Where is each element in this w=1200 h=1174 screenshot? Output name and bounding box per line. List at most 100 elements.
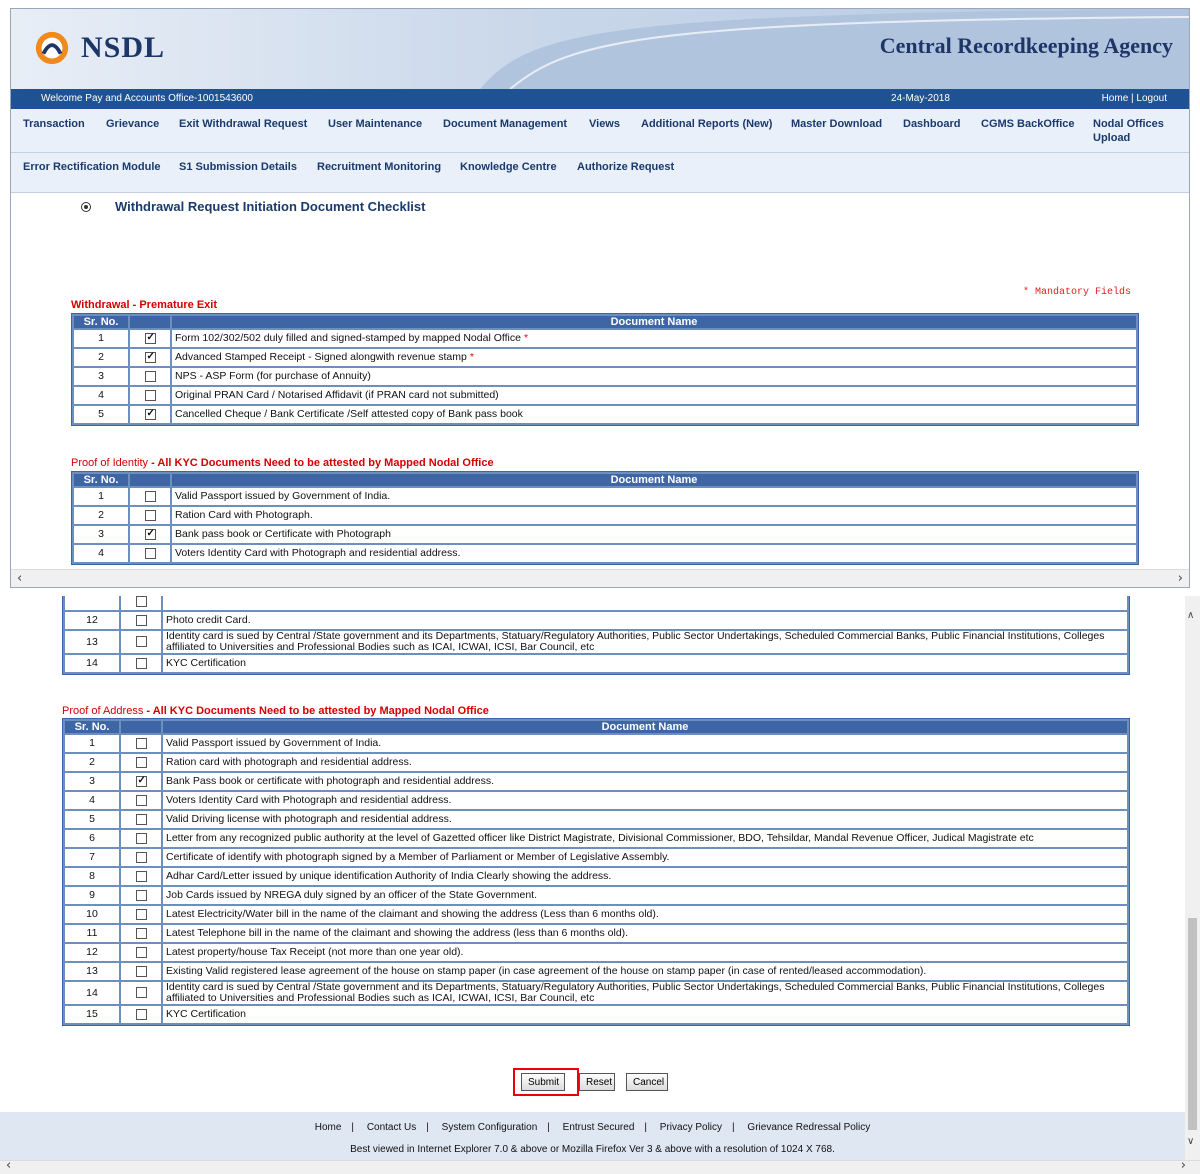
document-name-text: Existing Valid registered lease agreemen… [166,965,927,977]
checkbox-icon[interactable] [144,351,156,363]
menu-s1-submission[interactable]: S1 Submission Details [179,160,297,174]
checkbox-icon[interactable] [135,889,147,901]
checkbox-icon[interactable] [135,636,147,648]
menu-recruitment-monitoring[interactable]: Recruitment Monitoring [317,160,441,174]
scroll-left-icon[interactable]: ‹ [6,1158,11,1173]
checkbox-icon[interactable] [144,370,156,382]
checkbox-icon[interactable] [135,851,147,863]
document-name-text: Adhar Card/Letter issued by unique ident… [166,870,612,882]
document-name-text: Bank pass book or Certificate with Photo… [175,528,391,540]
menu-error-rectification[interactable]: Error Rectification Module [23,160,161,174]
vertical-scrollbar[interactable]: ∧ ∨ [1185,596,1200,1160]
document-name: Existing Valid registered lease agreemen… [163,963,1127,980]
scroll-down-icon[interactable]: ∨ [1187,1136,1194,1147]
table-row: 5 Cancelled Cheque / Bank Certificate /Se… [74,406,1136,423]
checkbox-icon[interactable] [135,737,147,749]
menu-nodal-offices-upload[interactable]: Nodal Offices Upload [1093,117,1164,145]
identity-heading-suffix: - All KYC Documents Need to be attested … [148,457,494,469]
header-banner: NSDL Central Recordkeeping Agency [11,9,1189,89]
checkbox-icon[interactable] [135,870,147,882]
checkbox-icon[interactable] [135,965,147,977]
checkbox-icon[interactable] [135,927,147,939]
checkbox-icon[interactable] [135,756,147,768]
checkbox-icon[interactable] [135,775,147,787]
footer-link-grievance-policy[interactable]: Grievance Redressal Policy [747,1122,870,1133]
row-number: 5 [74,406,128,423]
document-name-text: Latest Telephone bill in the name of the… [166,927,629,939]
scroll-left-icon[interactable]: ‹ [17,571,22,586]
checkbox-icon[interactable] [144,528,156,540]
checkbox-icon[interactable] [144,389,156,401]
menu-dashboard[interactable]: Dashboard [903,117,960,131]
main-menu: Transaction Grievance Exit Withdrawal Re… [11,109,1189,193]
footer-link-privacy[interactable]: Privacy Policy [660,1122,722,1133]
footer-link-system-configuration[interactable]: System Configuration [442,1122,538,1133]
checkbox-icon[interactable] [135,596,147,607]
scroll-right-icon[interactable]: › [1178,571,1183,586]
checkbox-icon[interactable] [135,946,147,958]
checkbox-icon[interactable] [135,987,147,999]
submit-button[interactable]: Submit [521,1073,565,1091]
checkbox-icon[interactable] [135,794,147,806]
table-row: 1 Valid Passport issued by Government of … [74,488,1136,505]
checkbox-icon[interactable] [135,908,147,920]
checkbox-icon[interactable] [135,813,147,825]
checkbox-icon[interactable] [144,408,156,420]
menu-knowledge-centre[interactable]: Knowledge Centre [460,160,557,174]
checkbox-icon[interactable] [144,509,156,521]
horizontal-scrollbar[interactable]: ‹ › [11,569,1189,587]
footer-link-entrust[interactable]: Entrust Secured [563,1122,635,1133]
table-row: 6 Letter from any recognized public autho… [65,830,1127,847]
checkbox-icon[interactable] [135,657,147,669]
welcome-bar: Welcome Pay and Accounts Office-10015436… [11,89,1189,109]
menu-cgms-backoffice[interactable]: CGMS BackOffice [981,117,1075,131]
row-number: 14 [65,655,119,672]
col-sr-no: Sr. No. [74,316,128,328]
cancel-button[interactable]: Cancel [626,1073,668,1091]
menu-views[interactable]: Views [589,117,620,131]
scroll-up-icon[interactable]: ∧ [1187,610,1194,621]
document-name: Letter from any recognized public author… [163,830,1127,847]
document-name-text: Identity card is sued by Central /State … [166,981,1105,1004]
horizontal-scrollbar-bottom[interactable]: ‹ › [0,1158,1200,1174]
document-name-text: Latest Electricity/Water bill in the nam… [166,908,659,920]
menu-grievance[interactable]: Grievance [106,117,159,131]
scroll-right-icon[interactable]: › [1181,1158,1186,1173]
checkbox-icon[interactable] [135,1008,147,1020]
row-checkbox-cell [130,368,170,385]
document-name-text: KYC Certification [166,1008,246,1020]
document-name: Cancelled Cheque / Bank Certificate /Sel… [172,406,1136,423]
footer-link-contact[interactable]: Contact Us [367,1122,416,1133]
checkbox-icon[interactable] [144,332,156,344]
scroll-thumb[interactable] [1188,918,1197,1130]
row-checkbox-cell [121,830,161,847]
menu-authorize-request[interactable]: Authorize Request [577,160,674,174]
menu-master-download[interactable]: Master Download [791,117,882,131]
row-checkbox-cell [121,773,161,790]
document-name-text: Latest property/house Tax Receipt (not m… [166,946,464,958]
menu-user-maintenance[interactable]: User Maintenance [328,117,422,131]
document-name: Bank Pass book or certificate with photo… [163,773,1127,790]
footer-link-home[interactable]: Home [315,1122,342,1133]
checkbox-icon[interactable] [135,832,147,844]
menu-transaction[interactable]: Transaction [23,117,85,131]
row-number: 5 [65,811,119,828]
home-logout-links[interactable]: Home | Logout [1102,93,1167,104]
menu-exit-withdrawal-request[interactable]: Exit Withdrawal Request [179,117,307,131]
checkbox-icon[interactable] [135,614,147,626]
checkbox-icon[interactable] [144,547,156,559]
document-name-text: Certificate of identify with photograph … [166,851,670,863]
footer-separator: | [547,1122,550,1133]
document-name: Latest Telephone bill in the name of the… [163,925,1127,942]
reset-button[interactable]: Reset [579,1073,615,1091]
checkbox-icon[interactable] [144,490,156,502]
identity-table: Sr. No. Document Name 1 Valid Passport iss… [71,471,1139,565]
nsdl-logo[interactable]: NSDL [33,29,165,67]
document-name: Advanced Stamped Receipt - Signed alongw… [172,349,1136,366]
table-row: 13 Identity card is sued by Central /Stat… [65,631,1127,653]
menu-document-management[interactable]: Document Management [443,117,567,131]
document-name: Original PRAN Card / Notarised Affidavit… [172,387,1136,404]
menu-additional-reports[interactable]: Additional Reports (New) [641,117,772,131]
identity-heading: Proof of Identity - All KYC Documents Ne… [71,457,494,469]
row-number: 12 [65,612,119,629]
